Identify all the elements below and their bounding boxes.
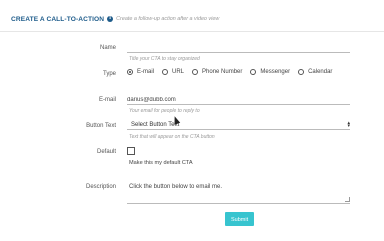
header-divider xyxy=(0,31,384,32)
type-option-url[interactable]: URL xyxy=(162,69,184,75)
type-option-label: Phone Number xyxy=(202,69,243,75)
button-text-label: Button Text xyxy=(86,123,116,129)
header: CREATE A CALL-TO-ACTION i Create a follo… xyxy=(11,13,219,25)
type-option-email[interactable]: E-mail xyxy=(127,69,154,75)
name-input[interactable] xyxy=(127,43,350,52)
type-option-phone[interactable]: Phone Number xyxy=(192,69,242,75)
name-label: Name xyxy=(99,45,116,51)
radio-icon[interactable] xyxy=(298,69,305,75)
radio-checked-icon[interactable] xyxy=(127,69,133,75)
type-option-label: E-mail xyxy=(137,69,155,75)
info-icon[interactable]: i xyxy=(107,16,114,22)
email-label: E-mail xyxy=(98,97,116,103)
type-option-calendar[interactable]: Calendar xyxy=(298,69,332,75)
description-textarea[interactable]: Click the button below to email me. xyxy=(127,181,350,204)
cta-form-panel: CREATE A CALL-TO-ACTION i Create a follo… xyxy=(0,0,384,241)
page-title: CREATE A CALL-TO-ACTION xyxy=(11,15,105,23)
type-option-label: Calendar xyxy=(308,69,333,75)
button-text-select[interactable]: Select Button Text ▴ ▾ xyxy=(127,120,350,130)
select-arrows-icon: ▴ ▾ xyxy=(347,119,350,129)
radio-icon[interactable] xyxy=(162,69,169,75)
resize-handle-icon[interactable] xyxy=(345,197,350,202)
description-label: Description xyxy=(85,184,116,190)
type-option-label: Messenger xyxy=(260,69,291,75)
email-input[interactable] xyxy=(127,95,350,104)
radio-icon[interactable] xyxy=(250,69,257,75)
name-help: Title your CTA to stay organized xyxy=(129,56,200,62)
select-value: Select Button Text xyxy=(131,121,180,128)
type-option-messenger[interactable]: Messenger xyxy=(250,69,290,75)
type-radio-group: E-mail URL Phone Number Messenger Calend… xyxy=(127,69,340,75)
email-help: Your email for people to reply to xyxy=(129,108,200,114)
type-option-label: URL xyxy=(172,69,185,75)
page-subtitle: Create a follow-up action after a video … xyxy=(116,16,220,22)
name-field[interactable] xyxy=(127,43,350,53)
description-value: Click the button below to email me. xyxy=(129,184,223,190)
button-text-help: Text that will appear on the CTA button xyxy=(129,134,215,140)
email-field[interactable] xyxy=(127,95,350,105)
submit-button[interactable]: Submit xyxy=(225,212,254,226)
radio-icon[interactable] xyxy=(192,69,199,75)
default-label: Default xyxy=(96,149,116,155)
type-label: Type xyxy=(102,71,116,77)
default-checkbox[interactable] xyxy=(127,147,135,155)
default-text: Make this my default CTA xyxy=(129,160,193,166)
